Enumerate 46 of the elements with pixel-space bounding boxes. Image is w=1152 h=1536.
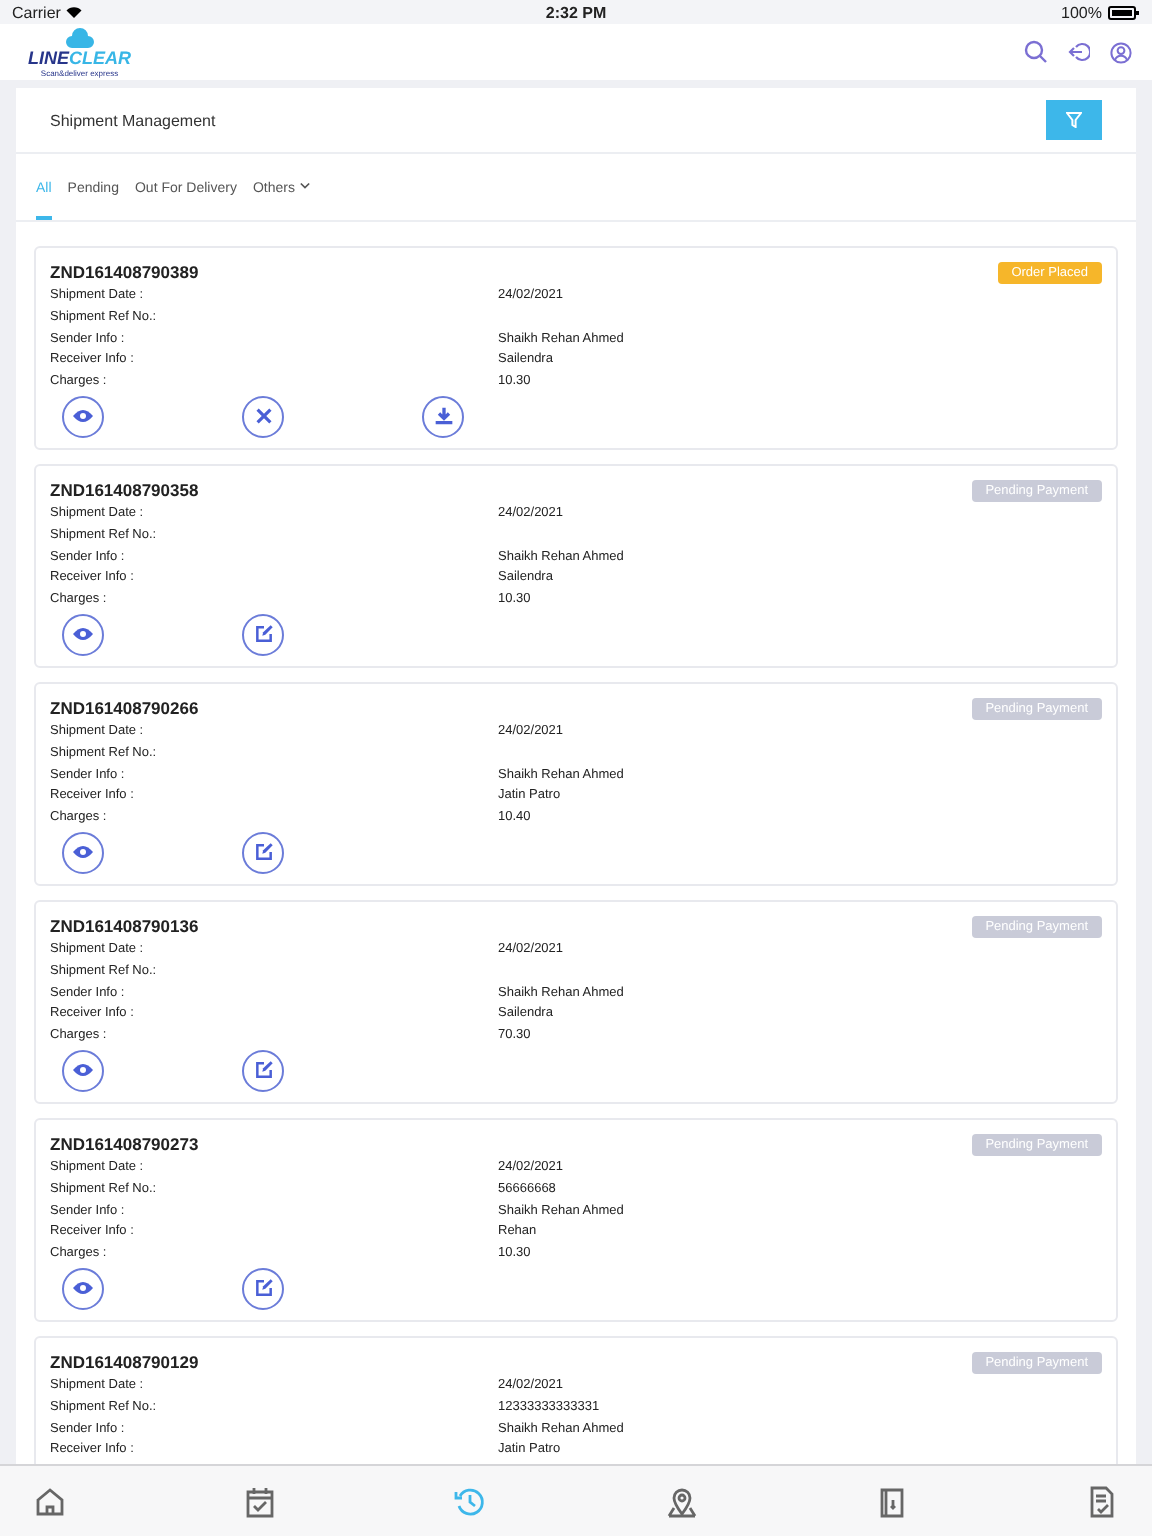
shipment-id: ZND161408790358	[50, 477, 199, 504]
view-button[interactable]	[62, 395, 104, 438]
cancel-button[interactable]	[242, 395, 284, 438]
page-title: Shipment Management	[50, 111, 216, 129]
user-icon[interactable]	[1110, 41, 1132, 63]
shipment-id: ZND161408790266	[50, 695, 199, 722]
edit-icon	[253, 1060, 273, 1081]
download-icon	[433, 406, 453, 427]
calendar-check-icon[interactable]	[244, 1485, 277, 1517]
eye-icon	[72, 1280, 94, 1297]
shipment-id: ZND161408790273	[50, 1131, 199, 1158]
chevron-down-icon	[300, 182, 311, 190]
logout-icon[interactable]	[1068, 42, 1090, 62]
edit-button[interactable]	[242, 831, 284, 874]
home-icon[interactable]	[34, 1485, 66, 1517]
shipment-id: ZND161408790389	[50, 260, 199, 286]
battery-percent: 100%	[1061, 3, 1102, 21]
shipment-id: ZND161408790129	[50, 1349, 199, 1376]
map-pin-icon[interactable]	[665, 1485, 698, 1517]
edit-icon	[253, 842, 273, 863]
eye-icon	[72, 626, 94, 643]
cloud-logo-icon	[65, 27, 94, 49]
filter-icon	[1066, 112, 1082, 128]
shipment-id: ZND161408790136	[50, 913, 199, 940]
clock-time: 2:32 PM	[545, 3, 607, 21]
eye-icon	[72, 844, 94, 861]
eye-icon	[72, 1062, 94, 1079]
view-button[interactable]	[62, 831, 104, 874]
edit-button[interactable]	[242, 1049, 284, 1092]
clipboard-check-icon[interactable]	[1085, 1485, 1118, 1517]
view-button[interactable]	[62, 613, 104, 656]
close-icon	[255, 408, 271, 425]
edit-icon	[253, 624, 273, 645]
document-icon[interactable]	[875, 1485, 908, 1517]
view-button[interactable]	[62, 1267, 104, 1310]
battery-icon	[1107, 5, 1140, 19]
edit-button[interactable]	[242, 1267, 284, 1310]
download-button[interactable]	[422, 395, 464, 438]
wifi-icon	[66, 6, 83, 18]
edit-button[interactable]	[242, 613, 284, 656]
view-button[interactable]	[62, 1049, 104, 1092]
eye-icon	[72, 408, 94, 425]
search-icon[interactable]	[1024, 40, 1048, 64]
edit-icon	[253, 1278, 273, 1299]
carrier-label: Carrier	[12, 3, 61, 21]
logo-wordmark: LINECLEAR	[28, 49, 132, 67]
